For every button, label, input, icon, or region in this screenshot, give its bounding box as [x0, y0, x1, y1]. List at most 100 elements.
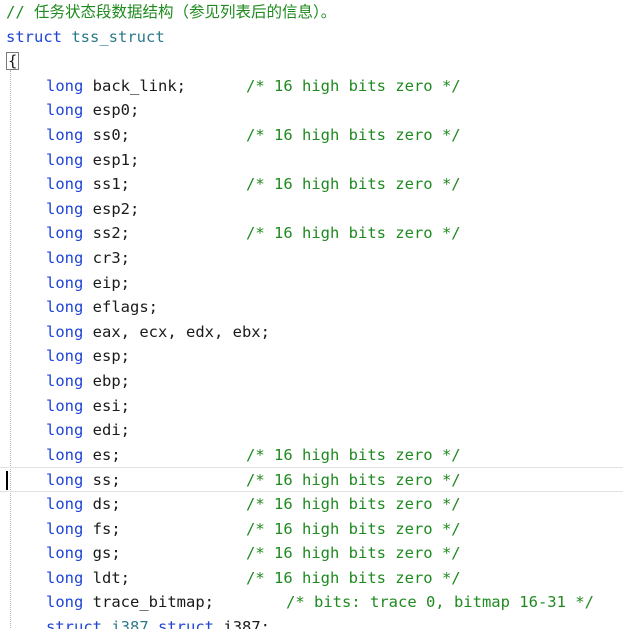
code-line-field[interactable]: long ebp;: [0, 369, 623, 394]
code-line-field[interactable]: long esp2;: [0, 197, 623, 222]
field-name: esi;: [92, 396, 130, 415]
code-line-field[interactable]: long esi;: [0, 394, 623, 419]
field-declaration: long ebp;: [46, 369, 130, 394]
field-declaration: long cr3;: [46, 246, 130, 271]
field-declaration: long gs;: [46, 541, 121, 566]
long-keyword: long: [46, 495, 84, 513]
code-line-open-brace[interactable]: {: [0, 49, 623, 74]
field-name: esp;: [92, 347, 130, 366]
field-name: es;: [92, 445, 121, 464]
code-line-struct-declaration[interactable]: struct tss_struct: [0, 25, 623, 50]
field-name: eax, ecx, edx, ebx;: [92, 322, 270, 341]
struct-keyword: struct: [158, 618, 215, 629]
field-name: ldt;: [92, 568, 130, 587]
long-keyword: long: [46, 471, 84, 490]
field-name: cr3;: [92, 249, 130, 267]
field-name: gs;: [92, 544, 121, 563]
code-line-field[interactable]: long back_link; /* 16 high bits zero */: [0, 74, 623, 99]
long-keyword: long: [46, 76, 84, 95]
field-name: ebp;: [92, 372, 130, 390]
field-name: esp1;: [92, 150, 140, 169]
field-name: ss;: [92, 471, 121, 490]
long-keyword: long: [46, 101, 84, 120]
field-declaration: long esp2;: [46, 197, 139, 222]
field-declaration: long esi;: [46, 394, 130, 419]
field-name: edi;: [92, 421, 130, 440]
struct-keyword: struct: [6, 27, 62, 46]
code-line-field[interactable]: long ds; /* 16 high bits zero */: [0, 492, 623, 517]
long-keyword: long: [46, 224, 84, 243]
field-declaration: long edi;: [46, 418, 130, 443]
field-name: ss2;: [92, 224, 130, 243]
code-line-field[interactable]: long edi;: [0, 418, 623, 443]
field-comment: /* 16 high bits zero */: [246, 126, 461, 144]
struct-declaration: struct tss_struct: [6, 25, 165, 50]
code-line-field[interactable]: long esp0;: [0, 98, 623, 123]
field-name: esp2;: [92, 199, 140, 218]
field-declaration: long eflags;: [46, 295, 158, 320]
field-comment: /* 16 high bits zero */: [246, 471, 461, 490]
long-keyword: long: [46, 372, 84, 390]
header-comment: // 任务状态段数据结构（参见列表后的信息）。: [6, 3, 337, 21]
long-keyword: long: [46, 445, 84, 464]
struct-keyword: struct: [46, 618, 102, 629]
field-name: i387;: [223, 618, 271, 629]
code-line-field[interactable]: long esp;: [0, 344, 623, 369]
long-keyword: long: [46, 175, 84, 194]
field-declaration: long esp1;: [46, 148, 139, 173]
code-line-field[interactable]: long ldt; /* 16 high bits zero */: [0, 566, 623, 591]
field-declaration: long ds;: [46, 492, 121, 517]
code-line-field[interactable]: long ss0; /* 16 high bits zero */: [0, 123, 623, 148]
code-line-field[interactable]: long cr3;: [0, 246, 623, 271]
code-line-field[interactable]: long esp1;: [0, 148, 623, 173]
field-comment: /* 16 high bits zero */: [246, 76, 461, 95]
field-declaration: long trace_bitmap;: [46, 590, 214, 615]
type-name: i387: [111, 618, 149, 629]
text-caret: [6, 471, 8, 491]
field-declaration: long ss0;: [46, 123, 130, 148]
field-name: trace_bitmap;: [92, 593, 214, 612]
field-comment: /* 16 high bits zero */: [246, 224, 461, 243]
field-declaration: long ldt;: [46, 566, 130, 591]
long-keyword: long: [46, 347, 84, 366]
code-editor[interactable]: // 任务状态段数据结构（参见列表后的信息）。 struct tss_struc…: [0, 0, 623, 629]
code-line-field[interactable]: long ss1; /* 16 high bits zero */: [0, 172, 623, 197]
field-declaration: long fs;: [46, 517, 121, 542]
code-line-field[interactable]: long es; /* 16 high bits zero */: [0, 443, 623, 468]
code-line-header-comment[interactable]: // 任务状态段数据结构（参见列表后的信息）。: [0, 0, 623, 25]
code-line-field[interactable]: long trace_bitmap; /* bits: trace 0, bitm…: [0, 590, 623, 615]
field-name: fs;: [92, 519, 121, 538]
long-keyword: long: [46, 519, 84, 538]
long-keyword: long: [46, 249, 84, 267]
long-keyword: long: [46, 396, 84, 415]
long-keyword: long: [46, 150, 84, 169]
field-name: eip;: [92, 273, 130, 292]
field-name: back_link;: [92, 76, 186, 95]
long-keyword: long: [46, 421, 84, 440]
code-line-field[interactable]: long ss; /* 16 high bits zero */: [0, 467, 623, 492]
field-comment: /* 16 high bits zero */: [246, 568, 461, 587]
code-line-field[interactable]: long fs; /* 16 high bits zero */: [0, 517, 623, 542]
field-declaration: long ss1;: [46, 172, 130, 197]
field-name: ss0;: [92, 126, 130, 144]
code-line-field[interactable]: long eflags;: [0, 295, 623, 320]
field-comment: /* 16 high bits zero */: [246, 544, 461, 563]
code-line-field[interactable]: long ss2; /* 16 high bits zero */: [0, 221, 623, 246]
field-comment: /* 16 high bits zero */: [246, 445, 461, 464]
code-line-field[interactable]: long eip;: [0, 271, 623, 296]
field-declaration: long esp;: [46, 344, 130, 369]
open-brace: {: [6, 52, 20, 71]
field-declaration: long ss2;: [46, 221, 130, 246]
i387-declaration: struct i387 struct i387;: [46, 615, 270, 629]
long-keyword: long: [46, 298, 84, 317]
field-name: ds;: [92, 495, 121, 513]
long-keyword: long: [46, 544, 84, 563]
field-comment: /* bits: trace 0, bitmap 16-31 */: [286, 593, 594, 612]
field-comment: /* 16 high bits zero */: [246, 175, 461, 194]
field-name: ss1;: [92, 175, 130, 194]
code-line-field[interactable]: long gs; /* 16 high bits zero */: [0, 541, 623, 566]
code-line-i387[interactable]: struct i387 struct i387;: [0, 615, 623, 629]
code-line-field[interactable]: long eax, ecx, edx, ebx;: [0, 320, 623, 345]
long-keyword: long: [46, 568, 84, 587]
long-keyword: long: [46, 126, 84, 144]
